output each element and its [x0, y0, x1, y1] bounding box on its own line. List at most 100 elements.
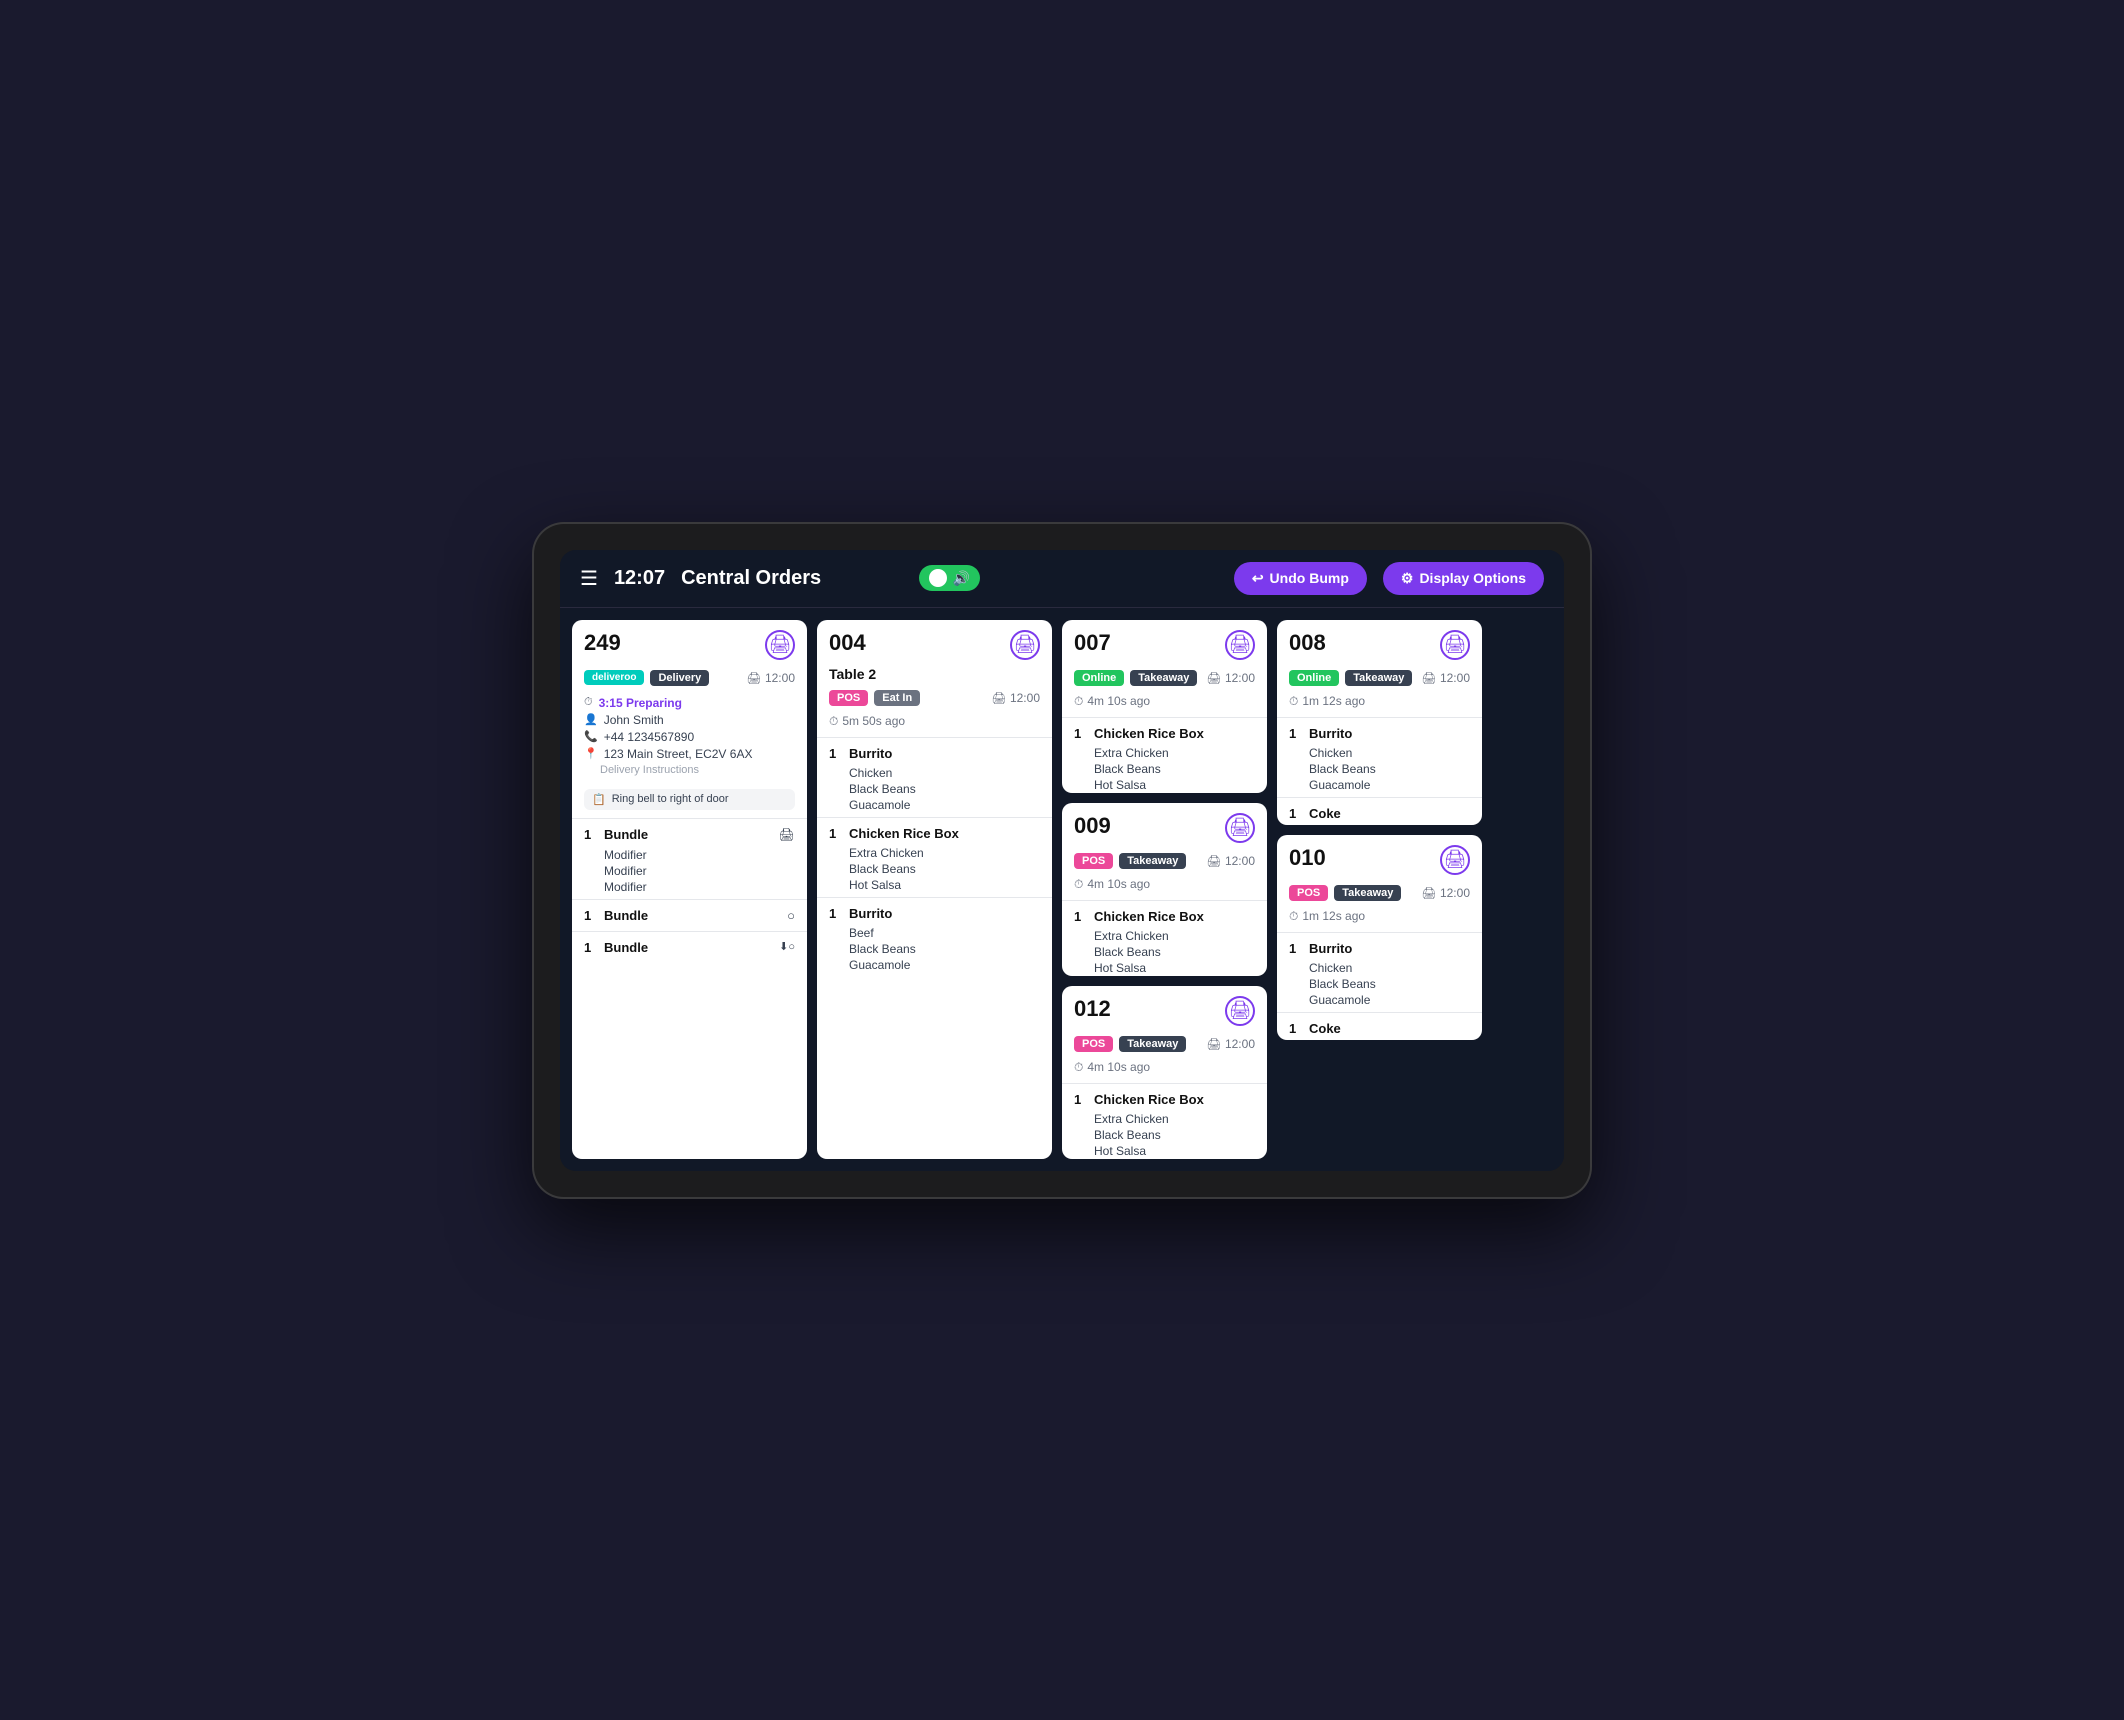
- tag-takeaway-012: Takeaway: [1119, 1036, 1186, 1052]
- time-ago-009: ⏱4m 10s ago: [1062, 873, 1267, 896]
- tag-deliveroo: deliveroo: [584, 670, 644, 685]
- mod-blackbeans-008: Black Beans: [1277, 761, 1482, 777]
- item-burrito-004: 1 Burrito: [817, 742, 1052, 765]
- tags-row-010: POS Takeaway 🖨 12:00: [1277, 881, 1482, 905]
- audio-toggle[interactable]: 🔊: [919, 565, 980, 591]
- item-ricebox-004: 1 Chicken Rice Box: [817, 822, 1052, 845]
- print-button-009[interactable]: 🖨: [1225, 813, 1255, 843]
- mod-chicken-008: Chicken: [1277, 745, 1482, 761]
- screen: ☰ 12:07 Central Orders 🔊 ↩ Undo Bump ⚙ D…: [560, 550, 1564, 1171]
- sound-icon: 🔊: [953, 570, 970, 587]
- clock-time-009: 🖨 12:00: [1206, 854, 1255, 868]
- item-row-bundle-1: 1 Bundle 🖨: [572, 823, 807, 847]
- modifier-1c: Modifier: [572, 879, 807, 895]
- display-options-button[interactable]: ⚙ Display Options: [1383, 562, 1544, 595]
- mod-blackbeans2-004: Black Beans: [817, 861, 1052, 877]
- tags-row-008: Online Takeaway 🖨 12:00: [1277, 666, 1482, 690]
- item-coke-008: 1 Coke: [1277, 802, 1482, 825]
- order-card-008[interactable]: 008 🖨 Online Takeaway 🖨 12:00 ⏱1m 12s ag…: [1277, 620, 1482, 825]
- column-007-009-012: 007 🖨 Online Takeaway 🖨 12:00 ⏱4m 10s ag…: [1062, 620, 1267, 1159]
- mod-guacamole-010: Guacamole: [1277, 992, 1482, 1008]
- tags-row-004: POS Eat In 🖨 12:00: [817, 686, 1052, 710]
- clock-time-004: 🖨 12:00: [991, 691, 1040, 705]
- clock-time-249: 🖨 12:00: [746, 671, 795, 685]
- clock-time-012: 🖨 12:00: [1206, 1037, 1255, 1051]
- time-ago-007: ⏱4m 10s ago: [1062, 690, 1267, 713]
- item-burrito-008: 1 Burrito: [1277, 722, 1482, 745]
- tag-takeaway-007: Takeaway: [1130, 670, 1197, 686]
- modifier-1a: Modifier: [572, 847, 807, 863]
- mod-hotsalsa-007: Hot Salsa: [1062, 777, 1267, 793]
- print-button-012[interactable]: 🖨: [1225, 996, 1255, 1026]
- print-button-007[interactable]: 🖨: [1225, 630, 1255, 660]
- tags-row-007: Online Takeaway 🖨 12:00: [1062, 666, 1267, 690]
- tag-eat-in-004: Eat In: [874, 690, 920, 706]
- mod-hotsalsa-004: Hot Salsa: [817, 877, 1052, 893]
- mod-chicken-010: Chicken: [1277, 960, 1482, 976]
- clock-time-010: 🖨 12:00: [1421, 886, 1470, 900]
- tag-online-008: Online: [1289, 670, 1339, 686]
- print-button-249[interactable]: 🖨: [765, 630, 795, 660]
- order-number-009: 009: [1074, 813, 1111, 839]
- mod-beef-004: Beef: [817, 925, 1052, 941]
- mod-blackbeans-004: Black Beans: [817, 781, 1052, 797]
- tag-pos-010: POS: [1289, 885, 1328, 901]
- item-burrito-010: 1 Burrito: [1277, 937, 1482, 960]
- mod-hotsalsa-012: Hot Salsa: [1062, 1143, 1267, 1159]
- print-button-010[interactable]: 🖨: [1440, 845, 1470, 875]
- print-button-004[interactable]: 🖨: [1010, 630, 1040, 660]
- item-coke-010: 1 Coke: [1277, 1017, 1482, 1040]
- order-card-012[interactable]: 012 🖨 POS Takeaway 🖨 12:00 ⏱4m 10s ago 1…: [1062, 986, 1267, 1159]
- tags-row-249: deliveroo Delivery 🖨 12:00: [572, 666, 807, 690]
- column-008-010: 008 🖨 Online Takeaway 🖨 12:00 ⏱1m 12s ag…: [1277, 620, 1482, 1159]
- device-frame: ☰ 12:07 Central Orders 🔊 ↩ Undo Bump ⚙ D…: [532, 522, 1592, 1199]
- time-ago-012: ⏱4m 10s ago: [1062, 1056, 1267, 1079]
- mod-blackbeans-009: Black Beans: [1062, 944, 1267, 960]
- header-time: 12:07: [614, 567, 665, 590]
- order-card-004[interactable]: 004 🖨 Table 2 POS Eat In 🖨 12:00 ⏱5m 50s…: [817, 620, 1052, 1159]
- mod-blackbeans-012: Black Beans: [1062, 1127, 1267, 1143]
- order-number-249: 249: [584, 630, 621, 656]
- item-row-bundle-2: 1 Bundle ○: [572, 904, 807, 927]
- tags-row-012: POS Takeaway 🖨 12:00: [1062, 1032, 1267, 1056]
- delivery-instructions-249: 📋Ring bell to right of door: [584, 789, 795, 810]
- time-ago-010: ⏱1m 12s ago: [1277, 905, 1482, 928]
- tag-pos-004: POS: [829, 690, 868, 706]
- undo-bump-button[interactable]: ↩ Undo Bump: [1234, 562, 1367, 595]
- item-ricebox-012: 1 Chicken Rice Box: [1062, 1088, 1267, 1111]
- gear-icon: ⚙: [1401, 570, 1414, 587]
- clock-time-008: 🖨 12:00: [1421, 671, 1470, 685]
- time-ago-004: ⏱5m 50s ago: [817, 710, 1052, 733]
- order-card-010[interactable]: 010 🖨 POS Takeaway 🖨 12:00 ⏱1m 12s ago 1…: [1277, 835, 1482, 1040]
- clock-time-007: 🖨 12:00: [1206, 671, 1255, 685]
- order-card-009[interactable]: 009 🖨 POS Takeaway 🖨 12:00 ⏱4m 10s ago 1…: [1062, 803, 1267, 976]
- tag-takeaway-010: Takeaway: [1334, 885, 1401, 901]
- order-card-249[interactable]: 249 🖨 deliveroo Delivery 🖨 12:00 ⏱3:15 P…: [572, 620, 807, 1159]
- order-number-004: 004: [829, 630, 866, 655]
- order-number-012: 012: [1074, 996, 1111, 1022]
- mod-extrachicken-009: Extra Chicken: [1062, 928, 1267, 944]
- mod-blackbeans3-004: Black Beans: [817, 941, 1052, 957]
- item-ricebox-009: 1 Chicken Rice Box: [1062, 905, 1267, 928]
- mod-extrachicken-012: Extra Chicken: [1062, 1111, 1267, 1127]
- toggle-circle: [929, 569, 947, 587]
- mod-extrachicken-007: Extra Chicken: [1062, 745, 1267, 761]
- mod-chicken-004: Chicken: [817, 765, 1052, 781]
- mod-guacamole-008: Guacamole: [1277, 777, 1482, 793]
- modifier-1b: Modifier: [572, 863, 807, 879]
- tag-takeaway-008: Takeaway: [1345, 670, 1412, 686]
- header-title: Central Orders: [681, 567, 903, 590]
- print-button-008[interactable]: 🖨: [1440, 630, 1470, 660]
- tag-delivery: Delivery: [650, 670, 709, 686]
- order-number-007: 007: [1074, 630, 1111, 656]
- customer-info-249: ⏱3:15 Preparing 👤John Smith 📞+44 1234567…: [572, 690, 807, 785]
- time-ago-008: ⏱1m 12s ago: [1277, 690, 1482, 713]
- order-card-007[interactable]: 007 🖨 Online Takeaway 🖨 12:00 ⏱4m 10s ag…: [1062, 620, 1267, 793]
- tags-row-009: POS Takeaway 🖨 12:00: [1062, 849, 1267, 873]
- mod-extrachicken-004: Extra Chicken: [817, 845, 1052, 861]
- order-number-010: 010: [1289, 845, 1326, 871]
- menu-icon[interactable]: ☰: [580, 566, 598, 591]
- mod-guacamole-004: Guacamole: [817, 797, 1052, 813]
- order-number-008: 008: [1289, 630, 1326, 656]
- tag-online-007: Online: [1074, 670, 1124, 686]
